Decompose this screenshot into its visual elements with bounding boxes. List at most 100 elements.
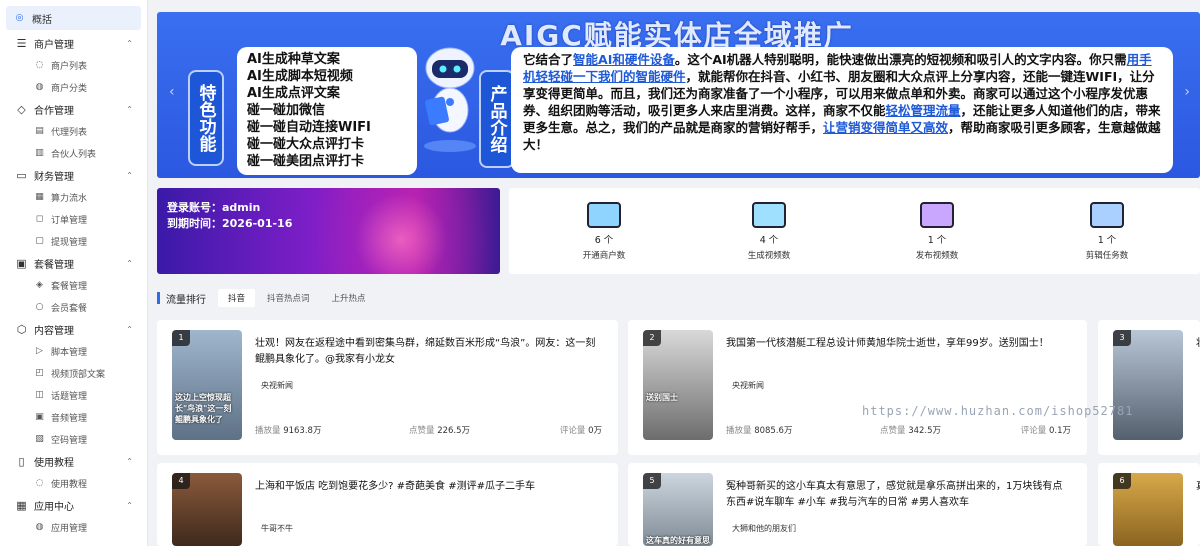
video-source: 牛哥不牛 xyxy=(261,524,293,533)
sidebar-item-overview[interactable]: ◎ 概括 xyxy=(6,6,141,30)
sidebar-group-0[interactable]: ☰ 商户管理 ⌃ xyxy=(0,32,147,54)
sidebar-item-1-1[interactable]: ▥ 合伙人列表 xyxy=(0,142,147,164)
stat-label: 发布视频数 xyxy=(915,251,959,261)
rank-badge: 3 xyxy=(1113,330,1131,346)
sidebar-item-0-1[interactable]: ◍ 商户分类 xyxy=(0,76,147,98)
sidebar-item-2-1[interactable]: ◻ 订单管理 xyxy=(0,208,147,230)
menu-item-icon: ◈ xyxy=(36,280,43,290)
sidebar-item-2-2[interactable]: ▢ 提现管理 xyxy=(0,230,147,252)
banner-prev-arrow[interactable]: ‹ xyxy=(169,84,175,100)
video-title[interactable]: 壮观！网友在返程途中看到密集鸟群，绵延数百米形成“鸟浪”。网友：这一刻鲲鹏具象化… xyxy=(255,336,602,368)
bag-icon: ▣ xyxy=(16,256,27,270)
video-thumbnail[interactable]: 5 这车真的好有意思 xyxy=(643,473,713,546)
traffic-card[interactable]: 2 送别国士 我国第一代核潜艇工程总设计师黄旭华院士逝世，享年99岁。送别国士！ 央视… xyxy=(628,320,1087,455)
video-source: 央视新闻 xyxy=(732,381,764,390)
menu-item-icon: ▣ xyxy=(35,412,44,422)
sidebar-item-1-0[interactable]: ▤ 代理列表 xyxy=(0,120,147,142)
sidebar-item-4-4[interactable]: ▧ 空码管理 xyxy=(0,428,147,450)
menu-item-icon: ◫ xyxy=(35,390,44,400)
description-text: 它结合了 xyxy=(523,52,574,67)
sidebar-item-4-1[interactable]: ◰ 视频顶部文案 xyxy=(0,362,147,384)
traffic-card[interactable]: 5 这车真的好有意思 冤种哥新买的这小车真太有意思了，感觉就是拿乐高拼出来的，1万块… xyxy=(628,463,1087,546)
chevron-up-icon[interactable]: ⌃ xyxy=(126,259,133,268)
chevron-up-icon[interactable]: ⌃ xyxy=(126,105,133,114)
traffic-card[interactable]: 6真 xyxy=(1098,463,1200,546)
sidebar-item-label: 算力流水 xyxy=(51,193,88,204)
menu-item-icon: ▢ xyxy=(35,236,44,246)
traffic-card[interactable]: 3壮 xyxy=(1098,320,1200,455)
sidebar-group-6[interactable]: ▦ 应用中心 ⌃ xyxy=(0,494,147,516)
video-thumbnail[interactable]: 2 送别国士 xyxy=(643,330,713,440)
robot-icon xyxy=(424,47,476,152)
stat-value: 4 个 xyxy=(759,235,779,246)
video-title[interactable]: 冤种哥新买的这小车真太有意思了，感觉就是拿乐高拼出来的，1万块钱有点东西#说车聊… xyxy=(726,479,1071,511)
sidebar-group-1[interactable]: ◇ 合作管理 ⌃ xyxy=(0,98,147,120)
banner-next-arrow[interactable]: › xyxy=(1184,84,1190,100)
chevron-up-icon[interactable]: ⌃ xyxy=(126,501,133,510)
chevron-up-icon[interactable]: ⌃ xyxy=(126,325,133,334)
chevron-up-icon[interactable]: ⌃ xyxy=(126,171,133,180)
sidebar-group-3[interactable]: ▣ 套餐管理 ⌃ xyxy=(0,252,147,274)
sidebar-group-2[interactable]: ▭ 财务管理 ⌃ xyxy=(0,164,147,186)
highlight-text: 轻松管理流量 xyxy=(885,103,961,118)
feature-item: AI生成脚本短视频 xyxy=(247,69,353,84)
sidebar-item-4-3[interactable]: ▣ 音频管理 xyxy=(0,406,147,428)
cube-icon: ⬡ xyxy=(16,322,27,336)
feature-item: 碰一碰加微信 xyxy=(247,103,326,118)
menu-item-icon: ▥ xyxy=(35,148,44,158)
chevron-up-icon[interactable]: ⌃ xyxy=(126,457,133,466)
comment-count: 评论量 0.1万 xyxy=(1021,424,1071,436)
sidebar-item-4-0[interactable]: ▷ 脚本管理 xyxy=(0,340,147,362)
sidebar-item-5-0[interactable]: ◌ 使用教程 xyxy=(0,472,147,494)
sidebar-item-3-1[interactable]: ○ 会员套餐 xyxy=(0,296,147,318)
sidebar-item-3-0[interactable]: ◈ 套餐管理 xyxy=(0,274,147,296)
rank-badge: 2 xyxy=(643,330,661,346)
sidebar-item-0-0[interactable]: ◌ 商户列表 xyxy=(0,54,147,76)
sidebar-group-label: 套餐管理 xyxy=(34,259,74,271)
sidebar-group-4[interactable]: ⬡ 内容管理 ⌃ xyxy=(0,318,147,340)
sidebar-item-2-0[interactable]: ▦ 算力流水 xyxy=(0,186,147,208)
traffic-card[interactable]: 4 上海和平饭店 吃到饱要花多少? #奇葩美食 #测评#瓜子二手车牛哥不牛 xyxy=(157,463,618,546)
tab-douyin-hot-words[interactable]: 抖音热点词 xyxy=(257,289,320,307)
sidebar-item-label: 空码管理 xyxy=(51,435,88,446)
dashboard-icon: ◎ xyxy=(15,13,24,23)
sidebar-item-label: 使用教程 xyxy=(51,479,88,490)
stat-value: 6 个 xyxy=(594,235,614,246)
play-value: 9163.8万 xyxy=(283,426,322,436)
comment-label: 评论量 xyxy=(1020,426,1049,436)
sidebar-item-6-0[interactable]: ◍ 应用管理 xyxy=(0,516,147,538)
feature-item: AI生成点评文案 xyxy=(247,86,340,101)
video-source: 大狮和他的朋友们 xyxy=(732,524,796,533)
stat-value: 1 个 xyxy=(927,235,947,246)
menu-item-icon: ◍ xyxy=(35,522,44,532)
tab-douyin[interactable]: 抖音 xyxy=(218,289,256,307)
video-thumbnail[interactable]: 4 xyxy=(172,473,242,546)
menu-item-icon: ○ xyxy=(35,302,44,312)
menu-item-icon: ◍ xyxy=(35,82,44,92)
tab-rising-hot[interactable]: 上升热点 xyxy=(322,289,376,307)
video-thumbnail[interactable]: 1 这边上空惊现超长"鸟浪"这一刻鲲鹏具象化了 xyxy=(172,330,242,440)
video-thumbnail[interactable]: 6 xyxy=(1113,473,1183,546)
menu-item-icon: ◌ xyxy=(35,60,44,70)
menu-item-icon: ▷ xyxy=(36,346,43,356)
traffic-ranking-title: 流量排行 xyxy=(166,294,206,306)
sidebar-group-label: 内容管理 xyxy=(34,325,74,337)
rank-badge: 1 xyxy=(172,330,190,346)
sidebar-group-label: 财务管理 xyxy=(34,171,74,183)
like-count: 点赞量 342.5万 xyxy=(880,424,941,436)
chevron-up-icon[interactable]: ⌃ xyxy=(126,39,133,48)
thumbnail-caption: 送别国士 xyxy=(646,393,678,402)
sidebar-group-label: 应用中心 xyxy=(34,501,74,513)
video-title[interactable]: 上海和平饭店 吃到饱要花多少? #奇葩美食 #测评#瓜子二手车 xyxy=(255,479,602,495)
highlight-text: 让营销变得简单又高效 xyxy=(823,120,949,135)
video-thumbnail[interactable]: 3 xyxy=(1113,330,1183,440)
sidebar-item-4-2[interactable]: ◫ 话题管理 xyxy=(0,384,147,406)
sidebar-item-label: 订单管理 xyxy=(51,215,88,226)
sidebar-group-5[interactable]: ▯ 使用教程 ⌃ xyxy=(0,450,147,472)
promo-banner: ‹ › AIGC赋能实体店全域推广 特色功能 AI生成种草文案 AI生成脚本短视频… xyxy=(157,12,1200,178)
video-title[interactable]: 我国第一代核潜艇工程总设计师黄旭华院士逝世，享年99岁。送别国士！ xyxy=(726,336,1071,352)
sidebar-item-label: 概括 xyxy=(32,14,52,26)
traffic-card[interactable]: 1 这边上空惊现超长"鸟浪"这一刻鲲鹏具象化了 壮观！网友在返程途中看到密集鸟群，绵… xyxy=(157,320,618,455)
sidebar-item-label: 提现管理 xyxy=(51,237,88,248)
product-description: 它结合了智能AI和硬件设备。这个AI机器人特别聪明，能快速做出漂亮的短视频和吸引… xyxy=(511,47,1173,173)
